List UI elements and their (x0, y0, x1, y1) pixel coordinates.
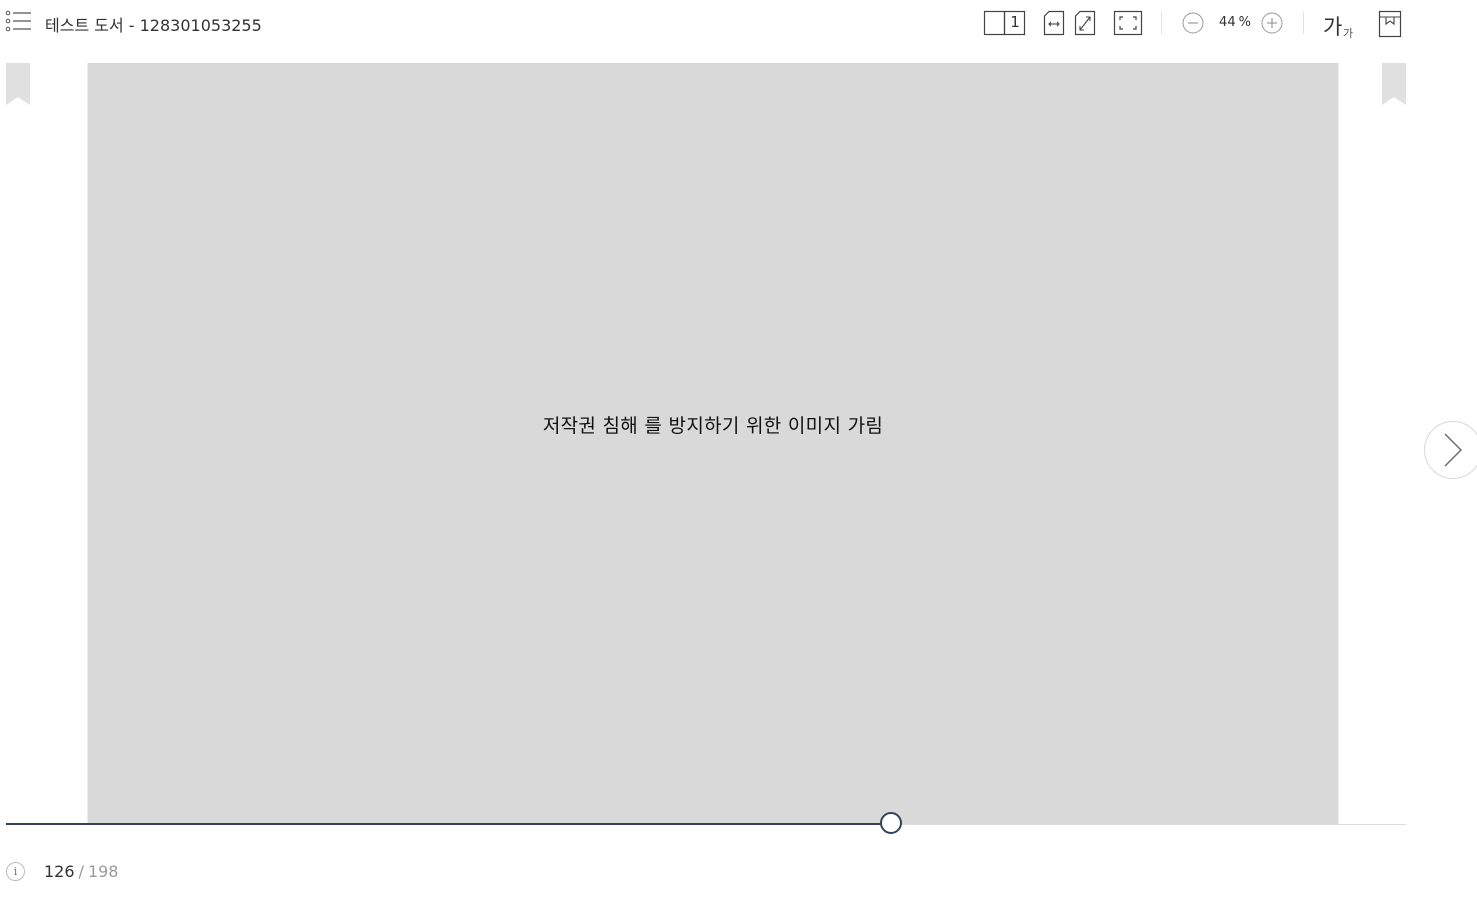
page-content-mask: 저작권 침해 를 방지하기 위한 이미지 가림 (88, 63, 1338, 824)
toolbar-divider (1303, 12, 1304, 34)
fit-page-icon (1074, 10, 1096, 36)
page-separator: / (78, 862, 84, 881)
reading-progress-fill (6, 823, 891, 825)
reading-progress-handle[interactable] (879, 812, 902, 834)
total-pages: 198 (87, 862, 119, 881)
page-counter: 126/198 (44, 862, 118, 881)
zoom-out-button[interactable] (1182, 12, 1204, 34)
bookmark-button[interactable] (1378, 10, 1402, 38)
fit-width-icon (1043, 10, 1065, 36)
minus-circle-icon (1182, 12, 1204, 34)
page-edge-right (1338, 63, 1339, 824)
zoom-level: 44% (1214, 15, 1256, 30)
info-icon: i (13, 865, 18, 878)
fit-page-button[interactable] (1074, 10, 1096, 36)
font-size-large-glyph: 가 (1323, 15, 1343, 39)
chevron-right-icon (1444, 433, 1462, 467)
info-button[interactable]: i (6, 862, 25, 881)
toolbar-divider (1161, 12, 1162, 34)
left-bookmark-ribbon[interactable] (6, 63, 30, 105)
fullscreen-button[interactable] (1113, 10, 1143, 36)
zoom-unit: % (1238, 15, 1251, 30)
book-title: 테스트 도서 - 128301053255 (45, 16, 262, 35)
reading-progress-slider[interactable] (6, 812, 1406, 834)
right-bookmark-ribbon[interactable] (1382, 63, 1406, 105)
plus-circle-icon (1261, 12, 1283, 34)
fullscreen-icon (1113, 10, 1143, 36)
font-size-small-glyph: 가 (1343, 27, 1354, 40)
list-icon (5, 10, 31, 32)
zoom-in-button[interactable] (1261, 12, 1283, 34)
bookmark-icon (1378, 10, 1402, 38)
toc-button[interactable] (4, 10, 32, 36)
reader-toolbar: 테스트 도서 - 128301053255 1 44 % 가 가 (0, 0, 1477, 46)
page-layout-button[interactable]: 1 (983, 10, 1027, 36)
current-page: 126 (44, 862, 75, 881)
copyright-mask-text: 저작권 침해 를 방지하기 위한 이미지 가림 (542, 415, 884, 437)
zoom-value: 44 (1219, 15, 1236, 30)
layout-page-count: 1 (1010, 13, 1020, 31)
font-size-button[interactable]: 가 가 (1323, 11, 1357, 40)
next-page-button[interactable] (1424, 421, 1477, 479)
fit-width-button[interactable] (1043, 10, 1065, 36)
